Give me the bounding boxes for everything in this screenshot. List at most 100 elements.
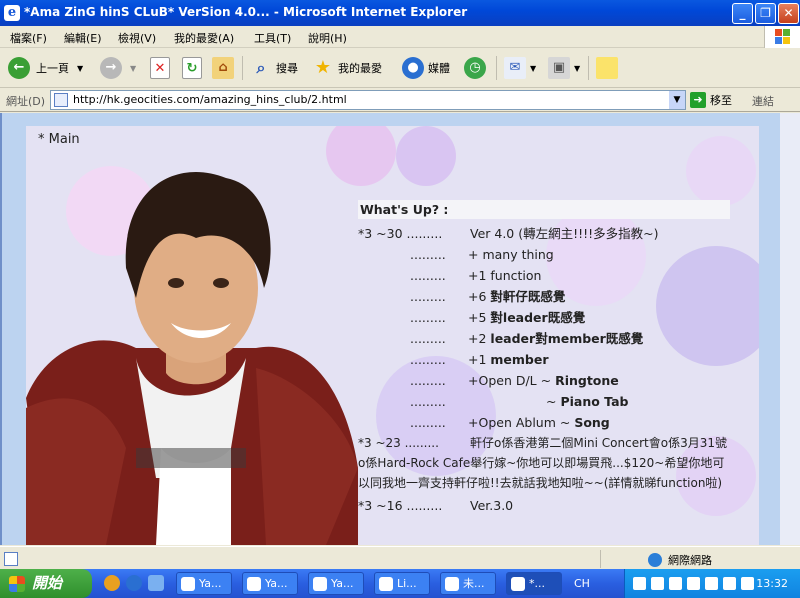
close-button[interactable]: ✕ (778, 3, 799, 24)
favorites-button[interactable]: ★ 我的最愛 (312, 56, 382, 80)
toolbar-separator (496, 56, 497, 80)
search-button[interactable]: ⌕ 搜尋 (250, 56, 298, 80)
stop-button[interactable]: ✕ (150, 56, 170, 80)
toolbar-separator (588, 56, 589, 80)
address-bar: 網址(D) http://hk.geocities.com/amazing_hi… (0, 88, 800, 112)
media-label: 媒體 (428, 62, 450, 75)
quicklaunch-icon[interactable] (104, 575, 120, 591)
back-arrow-icon: ← (8, 57, 30, 79)
menu-file[interactable]: 檔案(F) (10, 30, 47, 46)
search-icon: ⌕ (256, 58, 266, 77)
windows-logo-icon (764, 26, 800, 48)
tray-icon[interactable] (669, 577, 682, 590)
home-button[interactable]: ⌂ (212, 56, 234, 80)
mail-icon: ✉ (504, 57, 526, 79)
main-link[interactable]: * Main (38, 132, 80, 147)
update-row: *3 ~30 ......... Ver 4.0 (轉左網主!!!!多多指教~) (358, 226, 659, 241)
start-button[interactable]: 開始 (0, 569, 92, 598)
maximize-button[interactable]: ❐ (755, 3, 776, 24)
decor-bubble (396, 126, 456, 186)
taskbar-item[interactable]: Li... (374, 572, 430, 595)
toolbar-separator (242, 56, 243, 80)
forward-button[interactable]: → ▼ (100, 56, 136, 80)
start-label: 開始 (32, 574, 63, 592)
go-button[interactable]: ➜ 移至 (690, 92, 732, 108)
mail-dropdown-icon[interactable]: ▼ (530, 64, 536, 73)
update-row: ......... +6 對軒仔既感覺 (410, 289, 566, 304)
back-button[interactable]: ← 上一頁 ▼ (8, 56, 83, 80)
taskbar-item-active[interactable]: *... (506, 572, 562, 595)
links-button[interactable]: 連結 (752, 93, 774, 109)
update-row: ......... +1 member (410, 352, 549, 367)
refresh-button[interactable]: ↻ (182, 56, 202, 80)
window-icon (181, 577, 195, 591)
back-label: 上一頁 (36, 62, 69, 75)
back-dropdown-icon[interactable]: ▼ (77, 64, 83, 73)
taskbar-item[interactable]: Ya... (176, 572, 232, 595)
window-icon (313, 577, 327, 591)
mail-button[interactable]: ✉ ▼ (504, 56, 536, 80)
menu-view[interactable]: 檢視(V) (118, 30, 156, 46)
address-input[interactable]: http://hk.geocities.com/amazing_hins_clu… (50, 90, 686, 110)
page-icon (54, 93, 68, 107)
ie-window: e *Ama ZinG hinS CLuB* VerSion 4.0... - … (0, 0, 800, 598)
menu-help[interactable]: 說明(H) (308, 30, 347, 46)
page-right-margin (780, 113, 800, 545)
refresh-icon: ↻ (182, 57, 202, 79)
media-button[interactable]: ● 媒體 (402, 56, 450, 80)
update-row: *3 ~16 ......... Ver.3.0 (358, 498, 514, 513)
hins-photo (26, 172, 358, 545)
status-bar: 網際網路 (0, 546, 800, 569)
status-divider (600, 550, 601, 568)
update-row: ......... + many thing (410, 247, 554, 262)
language-indicator[interactable]: CH (574, 577, 590, 590)
home-icon: ⌂ (212, 57, 234, 79)
title-bar[interactable]: e *Ama ZinG hinS CLuB* VerSion 4.0... - … (0, 0, 800, 26)
zone-label: 網際網路 (668, 554, 712, 567)
minimize-button[interactable]: _ (732, 3, 753, 24)
desktop-quicklaunch-icon[interactable] (148, 575, 164, 591)
menu-favorites[interactable]: 我的最愛(A) (174, 30, 234, 46)
update-row: ......... +5 對leader既感覺 (410, 310, 586, 325)
taskbar-item[interactable]: 未... (440, 572, 496, 595)
tray-icon[interactable] (705, 577, 718, 590)
history-button[interactable]: ◷ (464, 56, 486, 80)
menu-tools[interactable]: 工具(T) (254, 30, 291, 46)
whats-up-panel: What's Up? : *3 ~30 ......... Ver 4.0 (轉左… (358, 200, 730, 516)
windows-flag-icon (9, 576, 25, 592)
taskbar-item[interactable]: Ya... (242, 572, 298, 595)
ie-quicklaunch-icon[interactable] (126, 575, 142, 591)
tray-icon[interactable] (633, 577, 646, 590)
history-icon: ◷ (464, 57, 486, 79)
tray-icon[interactable] (723, 577, 736, 590)
address-label: 網址(D) (6, 95, 46, 108)
note-button[interactable] (596, 56, 618, 80)
system-tray: 13:32 (624, 569, 800, 598)
update-row: ......... ~ Piano Tab (410, 394, 629, 409)
print-dropdown-icon[interactable]: ▼ (574, 64, 580, 73)
update-row: ......... +1 function (410, 268, 542, 283)
page-viewport: * Main What's Up? : *3 ~30 ......... Ver … (0, 113, 800, 545)
go-label: 移至 (710, 94, 732, 107)
volume-icon[interactable] (741, 577, 754, 590)
tray-icon[interactable] (687, 577, 700, 590)
whats-up-heading: What's Up? : (358, 200, 730, 219)
note-icon (596, 57, 618, 79)
update-row: ......... +Open Ablum ~ Song (410, 415, 610, 430)
concert-news: *3 ~23 ......... 軒仔o係香港第二個Mini Concert會o係… (358, 436, 727, 490)
forward-arrow-icon: → (100, 57, 122, 79)
window-icon (247, 577, 261, 591)
menu-bar: 檔案(F) 編輯(E) 檢視(V) 我的最愛(A) 工具(T) 說明(H) (0, 26, 800, 48)
ie-logo-icon: e (4, 5, 20, 21)
window-icon (445, 577, 459, 591)
decor-bubble (686, 136, 756, 206)
menu-edit[interactable]: 編輯(E) (64, 30, 102, 46)
tray-icon[interactable] (651, 577, 664, 590)
update-row: ......... +2 leader對member既感覺 (410, 331, 644, 346)
forward-dropdown-icon[interactable]: ▼ (130, 64, 136, 73)
favorites-label: 我的最愛 (338, 62, 382, 75)
taskbar-item[interactable]: Ya... (308, 572, 364, 595)
print-button[interactable]: ▣ ▼ (548, 56, 580, 80)
print-icon: ▣ (548, 57, 570, 79)
address-dropdown-icon[interactable]: ▼ (669, 91, 685, 109)
